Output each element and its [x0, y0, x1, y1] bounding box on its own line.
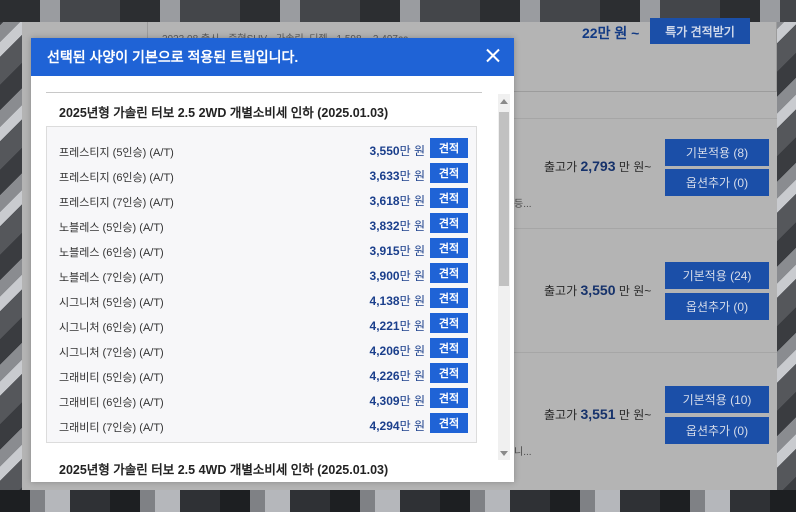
trim-row: 노블레스 (7인승) (A/T) 3,900만 원 견적 [47, 263, 478, 288]
apply-default-button-2[interactable]: 기본적용 (24) [665, 262, 769, 289]
trim-row: 시그니처 (7인승) (A/T) 4,206만 원 견적 [47, 338, 478, 363]
trim-name: 시그니처 (6인승) (A/T) [59, 322, 164, 334]
trim-row: 노블레스 (6인승) (A/T) 3,915만 원 견적 [47, 238, 478, 263]
trim-row: 그래비티 (7인승) (A/T) 4,294만 원 견적 [47, 413, 478, 438]
trim-name: 시그니처 (5인승) (A/T) [59, 297, 164, 309]
trim-price: 3,915만 원 [369, 244, 425, 258]
apply-default-button-3[interactable]: 기본적용 (10) [665, 386, 769, 413]
row-divider [512, 118, 777, 119]
row-price-1: 출고가 2,793 만 원~ [544, 158, 652, 174]
trim-row: 노블레스 (5인승) (A/T) 3,832만 원 견적 [47, 213, 478, 238]
trim-price: 3,900만 원 [369, 269, 425, 283]
trim-price: 3,550만 원 [369, 144, 425, 158]
scroll-up-icon[interactable] [498, 94, 510, 108]
trim-name: 노블레스 (5인승) (A/T) [59, 222, 164, 234]
trim-row: 프레스티지 (5인승) (A/T) 3,550만 원 견적 [47, 138, 478, 163]
background-photo-bottom [0, 490, 796, 512]
add-option-button-1[interactable]: 옵션추가 (0) [665, 169, 769, 196]
row-divider [512, 352, 777, 353]
apply-default-button-1[interactable]: 기본적용 (8) [665, 139, 769, 166]
row-price-3: 출고가 3,551 만 원~ [544, 406, 652, 422]
quote-button[interactable]: 견적 [430, 263, 468, 283]
quote-button[interactable]: 견적 [430, 238, 468, 258]
trim-row: 그래비티 (5인승) (A/T) 4,226만 원 견적 [47, 363, 478, 388]
trim-price: 4,309만 원 [369, 394, 425, 408]
trim-name: 시그니처 (7인승) (A/T) [59, 347, 164, 359]
add-option-button-3[interactable]: 옵션추가 (0) [665, 417, 769, 444]
trim-row: 시그니처 (6인승) (A/T) 4,221만 원 견적 [47, 313, 478, 338]
modal-body: 2025년형 가솔린 터보 2.5 2WD 개별소비세 인하 (2025.01.… [31, 76, 514, 482]
scroll-down-icon[interactable] [498, 446, 510, 460]
row-price-2: 출고가 3,550 만 원~ [544, 282, 652, 298]
row-divider [512, 228, 777, 229]
quote-button[interactable]: 견적 [430, 313, 468, 333]
trim-name: 노블레스 (7인승) (A/T) [59, 272, 164, 284]
modal-scrollbar[interactable] [498, 94, 510, 460]
trim-price: 4,206만 원 [369, 344, 425, 358]
quote-button[interactable]: 견적 [430, 138, 468, 158]
trim-price: 4,294만 원 [369, 419, 425, 433]
scrollbar-thumb[interactable] [499, 112, 509, 286]
special-quote-button[interactable]: 특가 견적받기 [650, 18, 750, 44]
add-option-button-2[interactable]: 옵션추가 (0) [665, 293, 769, 320]
trim-row: 시그니처 (5인승) (A/T) 4,138만 원 견적 [47, 288, 478, 313]
trim-name: 그래비티 (6인승) (A/T) [59, 397, 164, 409]
trim-price: 4,138만 원 [369, 294, 425, 308]
quote-button[interactable]: 견적 [430, 413, 468, 433]
trim-list: 프레스티지 (5인승) (A/T) 3,550만 원 견적 프레스티지 (6인승… [46, 126, 477, 443]
trim-name: 프레스티지 (5인승) (A/T) [59, 147, 174, 159]
trim-modal: 선택된 사양이 기본으로 적용된 트림입니다. 2025년형 가솔린 터보 2.… [31, 38, 514, 482]
quote-button[interactable]: 견적 [430, 163, 468, 183]
trim-name: 노블레스 (6인승) (A/T) [59, 247, 164, 259]
more-text-3: 니... [514, 447, 532, 458]
trim-name: 프레스티지 (6인승) (A/T) [59, 172, 174, 184]
trim-price: 3,618만 원 [369, 194, 425, 208]
trim-row: 프레스티지 (6인승) (A/T) 3,633만 원 견적 [47, 163, 478, 188]
trim-price: 4,221만 원 [369, 319, 425, 333]
quote-button[interactable]: 견적 [430, 338, 468, 358]
trim-name: 그래비티 (7인승) (A/T) [59, 422, 164, 434]
trim-row: 프레스티지 (7인승) (A/T) 3,618만 원 견적 [47, 188, 478, 213]
trim-name: 프레스티지 (7인승) (A/T) [59, 197, 174, 209]
trim-price: 3,832만 원 [369, 219, 425, 233]
quote-button[interactable]: 견적 [430, 188, 468, 208]
trim-price: 3,633만 원 [369, 169, 425, 183]
section-title-2wd: 2025년형 가솔린 터보 2.5 2WD 개별소비세 인하 (2025.01.… [46, 92, 482, 122]
quote-button[interactable]: 견적 [430, 288, 468, 308]
more-text-1: 등... [514, 199, 532, 210]
top-price: 22만 원 ~ [582, 25, 640, 41]
quote-button[interactable]: 견적 [430, 388, 468, 408]
quote-button[interactable]: 견적 [430, 213, 468, 233]
trim-price: 4,226만 원 [369, 369, 425, 383]
modal-title: 선택된 사양이 기본으로 적용된 트림입니다. [47, 49, 299, 65]
trim-name: 그래비티 (5인승) (A/T) [59, 372, 164, 384]
quote-button[interactable]: 견적 [430, 363, 468, 383]
modal-header: 선택된 사양이 기본으로 적용된 트림입니다. [31, 38, 514, 76]
section-title-4wd: 2025년형 가솔린 터보 2.5 4WD 개별소비세 인하 (2025.01.… [59, 463, 389, 477]
trim-row: 그래비티 (6인승) (A/T) 4,309만 원 견적 [47, 388, 478, 413]
close-icon[interactable] [482, 45, 504, 67]
